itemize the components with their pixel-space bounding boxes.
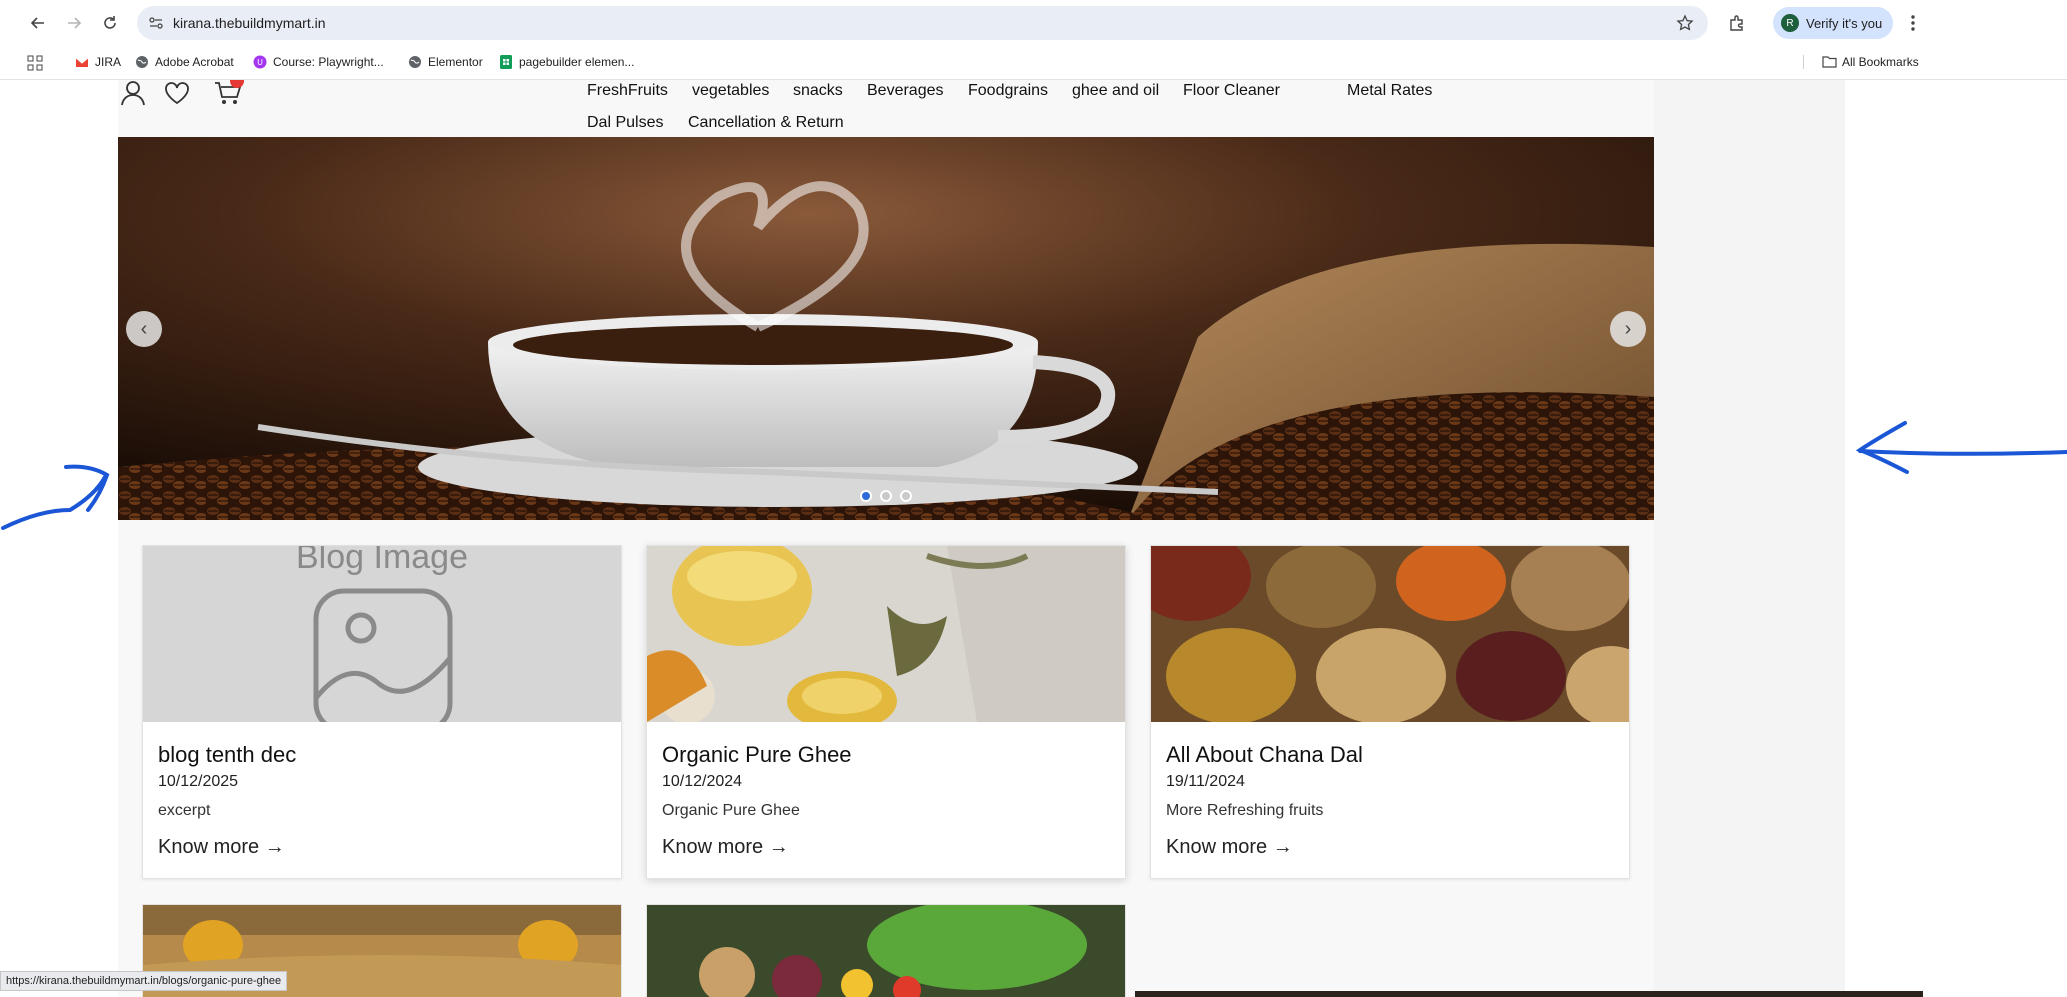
nav-metal-rates[interactable]: Metal Rates <box>1347 82 1432 100</box>
user-icon[interactable] <box>118 80 148 108</box>
address-bar[interactable]: kirana.thebuildmymart.in <box>137 6 1708 40</box>
blog-card[interactable]: Blog Image blog tenth dec 10/12/2025 exc… <box>142 545 622 879</box>
bookmark-jira[interactable]: JIRA <box>75 55 121 69</box>
course-icon: U <box>253 55 267 69</box>
annotation-arrow-left <box>1 464 110 530</box>
bookmark-pagebuilder[interactable]: pagebuilder elemen... <box>499 55 634 69</box>
avatar: R <box>1781 14 1799 32</box>
link-status-tooltip: https://kirana.thebuildmymart.in/blogs/o… <box>0 971 288 991</box>
blog-grains-image <box>1151 546 1629 722</box>
blog-excerpt: Organic Pure Ghee <box>662 802 800 819</box>
blog-card[interactable]: Organic Pure Ghee 10/12/2024 Organic Pur… <box>646 545 1126 879</box>
bookmark-adobe-acrobat[interactable]: Adobe Acrobat <box>135 55 234 69</box>
carousel-indicators <box>118 490 1654 502</box>
svg-text:U: U <box>257 58 263 67</box>
globe-icon <box>408 55 422 69</box>
bookmark-course-playwright[interactable]: U Course: Playwright... <box>253 55 384 69</box>
extensions-icon[interactable] <box>1725 11 1749 35</box>
nav-vegetables[interactable]: vegetables <box>692 82 769 100</box>
bookmark-elementor[interactable]: Elementor <box>408 55 483 69</box>
carousel-dot-2[interactable] <box>880 490 892 502</box>
page-footer-strip <box>1135 991 1923 997</box>
nav-beverages[interactable]: Beverages <box>867 82 944 100</box>
gmail-icon <box>75 55 89 69</box>
nav-foodgrains[interactable]: Foodgrains <box>968 82 1048 100</box>
nav-cancellation-return[interactable]: Cancellation & Return <box>688 114 844 132</box>
url-text[interactable]: kirana.thebuildmymart.in <box>173 15 326 31</box>
blog-card[interactable]: All About Chana Dal 19/11/2024 More Refr… <box>1150 545 1630 879</box>
blog-title[interactable]: blog tenth dec <box>158 742 296 768</box>
all-bookmarks[interactable]: All Bookmarks <box>1803 55 1919 69</box>
menu-kebab-icon[interactable] <box>1901 11 1925 35</box>
blog-title[interactable]: Organic Pure Ghee <box>662 742 852 768</box>
sheets-icon <box>499 55 513 69</box>
blog-date: 19/11/2024 <box>1166 773 1245 790</box>
browser-toolbar: kirana.thebuildmymart.in R Verify it's y… <box>0 0 2067 46</box>
nav-snacks[interactable]: snacks <box>793 82 843 100</box>
know-more-link[interactable]: Know more → <box>158 836 285 859</box>
blog-card[interactable] <box>646 904 1126 997</box>
blog-excerpt: More Refreshing fruits <box>1166 802 1324 819</box>
carousel-prev-button[interactable]: ‹ <box>126 311 162 347</box>
image-placeholder-icon <box>313 588 453 722</box>
carousel-dot-1[interactable] <box>860 490 872 502</box>
annotation-arrow-right <box>1855 421 2067 474</box>
know-more-link[interactable]: Know more → <box>1166 836 1293 859</box>
apps-grid-icon[interactable] <box>27 55 43 71</box>
folder-icon <box>1822 55 1837 69</box>
carousel-next-button[interactable]: › <box>1610 311 1646 347</box>
bookmarks-bar: JIRA Adobe Acrobat U Course: Playwright.… <box>0 46 2067 80</box>
blog-excerpt: excerpt <box>158 802 211 819</box>
site-info-icon[interactable] <box>147 14 165 32</box>
globe-icon <box>135 55 149 69</box>
page-side-gutter <box>1653 80 1845 997</box>
blog-vegetables-image <box>647 905 1125 997</box>
forward-icon[interactable] <box>62 11 86 35</box>
blog-placeholder-image: Blog Image <box>143 546 621 722</box>
wishlist-heart-icon[interactable] <box>163 80 193 110</box>
blog-date: 10/12/2024 <box>662 773 743 790</box>
blog-date: 10/12/2025 <box>158 773 239 790</box>
verify-profile-button[interactable]: R Verify it's you <box>1773 7 1893 39</box>
bookmark-star-icon[interactable] <box>1676 14 1694 32</box>
hero-carousel: ‹ › <box>118 137 1654 520</box>
reload-icon[interactable] <box>98 11 122 35</box>
nav-dal-pulses[interactable]: Dal Pulses <box>587 114 663 132</box>
verify-label: Verify it's you <box>1806 15 1883 31</box>
site-container: FreshFruits vegetables snacks Beverages … <box>118 80 1654 997</box>
nav-ghee-and-oil[interactable]: ghee and oil <box>1072 82 1159 100</box>
carousel-dot-3[interactable] <box>900 490 912 502</box>
blog-image-placeholder-text: Blog Image <box>296 546 468 576</box>
know-more-link[interactable]: Know more → <box>662 836 789 859</box>
back-icon[interactable] <box>26 11 50 35</box>
blog-ghee-image <box>647 546 1125 722</box>
page-viewport: FreshFruits vegetables snacks Beverages … <box>25 80 1923 997</box>
nav-floor-cleaner[interactable]: Floor Cleaner <box>1183 82 1280 100</box>
hero-coffee-image <box>118 137 1654 520</box>
blog-title[interactable]: All About Chana Dal <box>1166 742 1363 768</box>
nav-freshfruits[interactable]: FreshFruits <box>587 82 668 100</box>
